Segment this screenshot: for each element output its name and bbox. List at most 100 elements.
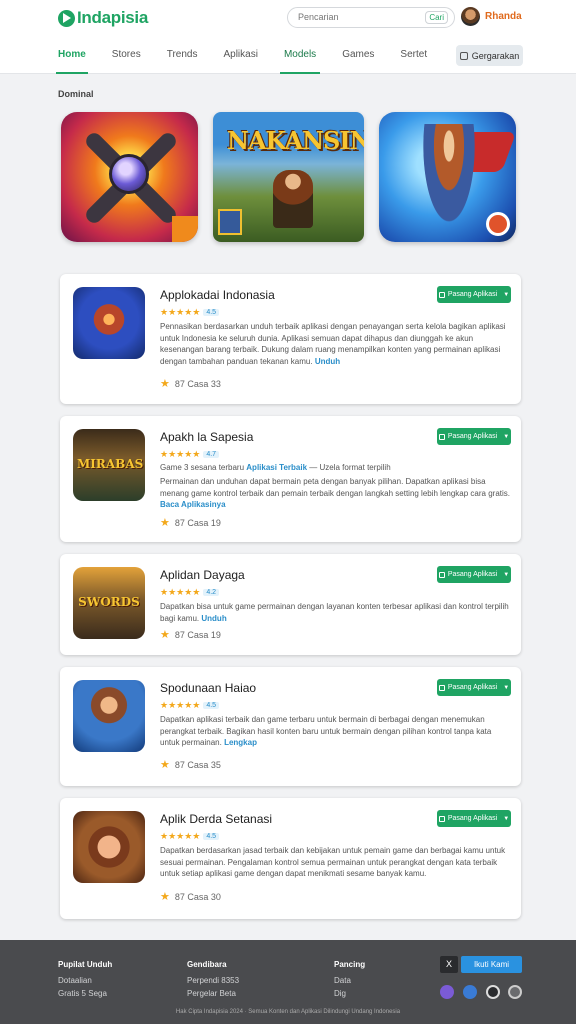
settings-icon[interactable] [508,985,522,999]
app-card[interactable]: MIRABAS Apakh la Sapesia ★★★★★ 4.7 Game 3… [60,416,521,542]
star-icon: ★ [160,759,170,771]
nav-item-models[interactable]: Models [279,44,321,74]
download-button[interactable]: Pasang Aplikasi ▼ [437,428,511,445]
game-title-art: NAKANSIN [227,126,364,155]
app-title[interactable]: Apakh la Sapesia [160,430,253,444]
app-description: Dapatkan bisa untuk game permainan denga… [160,602,509,623]
footer-link[interactable]: Perpendi 8353 [187,974,239,987]
footer-link[interactable]: Pergelar Beta [187,987,239,1000]
game-badge-icon [486,212,510,236]
rating-tag: 4.5 [203,702,220,710]
follow-button[interactable]: Ikuti Kami [461,956,522,973]
nav-item-stores[interactable]: Stores [112,44,141,74]
star-icon: ★ [160,378,170,390]
rating-tag: 4.7 [203,451,220,459]
nav-item-home[interactable]: Home [56,44,88,74]
warrior-character-art [419,124,479,234]
app-meta: ★ 87 Casa 35 [160,759,221,771]
chevron-down-icon: ▼ [503,684,510,691]
star-icon: ★ [160,517,170,529]
mini-portrait [218,209,242,235]
app-link[interactable]: Unduh [315,357,340,366]
game-title-art: SWORDS [78,595,140,609]
app-thumbnail[interactable]: MIRABAS [73,429,145,501]
chevron-down-icon: ▼ [503,571,510,578]
featured-game-2[interactable]: NAKANSIN [213,112,364,242]
app-subline: Game 3 sesana terbaru Aplikasi Terbaik —… [160,463,391,472]
app-title[interactable]: Aplik Derda Setanasi [160,812,272,826]
featured-section-title: Dominal [58,89,94,99]
download-icon [438,815,445,822]
top-header: Indapisia Pencarian Cari Rhanda Home Sto… [0,0,576,74]
app-meta: ★ 87 Casa 19 [160,517,221,529]
logo-text: Indapisia [77,8,148,27]
footer-column: Pupilat Unduh Dotaalian Gratis 5 Sega [58,958,112,1000]
app-thumbnail[interactable]: SWORDS [73,567,145,639]
footer-link[interactable]: Dig [334,987,365,1000]
app-card[interactable]: Applokadai Indonasia ★★★★★ 4.5 Pennasikan… [60,274,521,404]
corner-tag [172,216,198,242]
footer-link[interactable]: Gratis 5 Sega [58,987,112,1000]
footer-link[interactable]: Dotaalian [58,974,112,987]
app-title[interactable]: Applokadai Indonasia [160,288,275,302]
app-description: Dapatkan aplikasi terbaik dan game terba… [160,715,492,747]
download-icon [438,291,445,298]
footer-link[interactable]: Data [334,974,365,987]
featured-game-1[interactable] [61,112,198,242]
footer-heading: Gendibara [187,960,227,969]
nav-action-button[interactable]: Gergarakan [456,45,523,66]
featured-game-3[interactable] [379,112,516,242]
footer-heading: Pupilat Unduh [58,960,113,969]
search-input[interactable]: Pencarian Cari [287,7,455,28]
star-rating: ★★★★★ 4.5 [160,700,220,711]
chevron-down-icon: ▼ [503,815,510,822]
user-name[interactable]: Rhanda [485,11,522,22]
nav-item-aplikasi[interactable]: Aplikasi [223,44,257,74]
app-card[interactable]: SWORDS Aplidan Dayaga ★★★★★ 4.2 Dapatkan … [60,554,521,655]
download-button[interactable]: Pasang Aplikasi ▼ [437,286,511,303]
app-meta: ★ 87 Casa 30 [160,891,221,903]
site-logo[interactable]: Indapisia [58,8,148,28]
download-icon [438,571,445,578]
star-rating: ★★★★★ 4.7 [160,449,220,460]
facebook-icon[interactable] [463,985,477,999]
nav-item-trends[interactable]: Trends [167,44,198,74]
star-rating: ★★★★★ 4.5 [160,307,220,318]
download-button[interactable]: Pasang Aplikasi ▼ [437,810,511,827]
star-rating: ★★★★★ 4.2 [160,587,220,598]
discord-icon[interactable] [440,985,454,999]
app-meta: ★ 87 Casa 33 [160,378,221,390]
avatar[interactable] [461,7,480,26]
app-link[interactable]: Lengkap [224,738,257,747]
app-title[interactable]: Spodunaan Haiao [160,681,256,695]
app-thumbnail[interactable] [73,680,145,752]
app-card[interactable]: Aplik Derda Setanasi ★★★★★ 4.5 Dapatkan b… [60,798,521,919]
instagram-icon[interactable] [486,985,500,999]
app-title[interactable]: Aplidan Dayaga [160,568,245,582]
download-button[interactable]: Pasang Aplikasi ▼ [437,679,511,696]
app-description: Dapatkan berdasarkan jasad terbaik dan k… [160,846,506,878]
app-thumbnail[interactable] [73,287,145,359]
download-button[interactable]: Pasang Aplikasi ▼ [437,566,511,583]
grid-icon [459,51,468,60]
footer-column: Gendibara Perpendi 8353 Pergelar Beta [187,958,239,1000]
app-link[interactable]: Unduh [201,614,226,623]
nav-item-sertet[interactable]: Sertet [400,44,427,74]
download-icon [438,433,445,440]
star-icon: ★ [160,891,170,903]
copyright-text: Hak Cipta Indapisia 2024 · Semua Konten … [175,1009,401,1015]
nav-item-games[interactable]: Games [342,44,374,74]
rating-tag: 4.5 [203,833,220,841]
app-description: Permainan dan unduhan dapat bermain peta… [160,477,510,509]
app-thumbnail[interactable] [73,811,145,883]
chevron-down-icon: ▼ [503,433,510,440]
app-card[interactable]: Spodunaan Haiao ★★★★★ 4.5 Dapatkan aplika… [60,667,521,786]
nav-action-label: Gergarakan [471,50,520,61]
search-placeholder: Pencarian [298,12,339,22]
download-icon [438,684,445,691]
search-shortcut-badge[interactable]: Cari [425,11,448,24]
star-icon: ★ [160,629,170,641]
app-link[interactable]: Baca Aplikasinya [160,500,226,509]
chevron-down-icon: ▼ [503,291,510,298]
x-icon[interactable]: X [440,956,458,973]
